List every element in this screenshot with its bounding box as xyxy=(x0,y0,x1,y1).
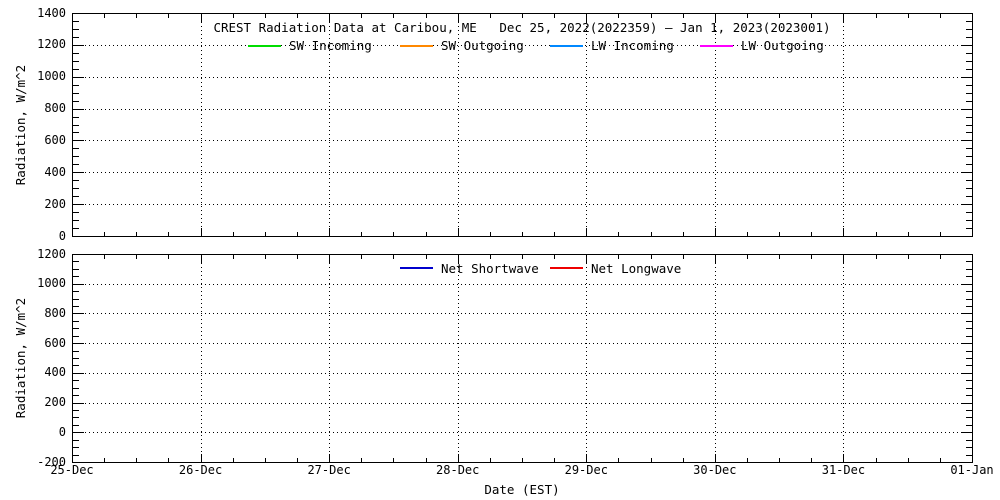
y-axis-label-top: Radiation, W/m^2 xyxy=(13,25,29,225)
plot-box xyxy=(73,255,973,463)
y-tick-label: 1200 xyxy=(8,38,66,51)
chart-title: CREST Radiation Data at Caribou, ME Dec … xyxy=(72,20,972,35)
y-tick-label: 400 xyxy=(8,366,66,379)
legend-item: LW Incoming xyxy=(550,39,674,53)
legend-line-swatch xyxy=(400,45,433,47)
y-tick-label: 600 xyxy=(8,337,66,350)
x-tick-label: 01-Jan xyxy=(937,464,1000,477)
y-tick-label: 200 xyxy=(8,396,66,409)
x-tick-label: 29-Dec xyxy=(551,464,621,477)
legend-line-swatch xyxy=(550,45,583,47)
y-tick-label: 1000 xyxy=(8,70,66,83)
legend-label: SW Incoming xyxy=(289,38,372,53)
x-tick-label: 27-Dec xyxy=(294,464,364,477)
legend-line-swatch xyxy=(550,267,583,269)
x-tick-label: 30-Dec xyxy=(680,464,750,477)
legend-line-swatch xyxy=(400,267,433,269)
x-tick-label: 28-Dec xyxy=(423,464,493,477)
x-tick-label: 26-Dec xyxy=(166,464,236,477)
legend-label: LW Outgoing xyxy=(741,38,824,53)
x-tick-label: 25-Dec xyxy=(37,464,107,477)
legend-label: Net Shortwave xyxy=(441,261,539,276)
y-tick-label: 1000 xyxy=(8,277,66,290)
y-tick-label: 800 xyxy=(8,307,66,320)
y-tick-label: 0 xyxy=(8,426,66,439)
legend-item: SW Outgoing xyxy=(400,39,524,53)
y-tick-label: 1200 xyxy=(8,248,66,261)
legend-item: LW Outgoing xyxy=(700,39,824,53)
y-tick-label: 200 xyxy=(8,198,66,211)
plot-axes-canvas xyxy=(0,0,1000,500)
legend-label: SW Outgoing xyxy=(441,38,524,53)
y-tick-label: 1400 xyxy=(8,7,66,20)
legend-line-swatch xyxy=(700,45,733,47)
legend-label: LW Incoming xyxy=(591,38,674,53)
x-tick-label: 31-Dec xyxy=(808,464,878,477)
radiation-chart-screen: CREST Radiation Data at Caribou, ME Dec … xyxy=(0,0,1000,500)
x-axis-label: Date (EST) xyxy=(72,482,972,497)
y-tick-label: 800 xyxy=(8,102,66,115)
y-tick-label: 0 xyxy=(8,230,66,243)
legend-item: SW Incoming xyxy=(248,39,372,53)
legend-line-swatch xyxy=(248,45,281,47)
legend-item: Net Longwave xyxy=(550,261,681,275)
y-tick-label: 600 xyxy=(8,134,66,147)
legend-label: Net Longwave xyxy=(591,261,681,276)
legend-item: Net Shortwave xyxy=(400,261,539,275)
y-tick-label: 400 xyxy=(8,166,66,179)
